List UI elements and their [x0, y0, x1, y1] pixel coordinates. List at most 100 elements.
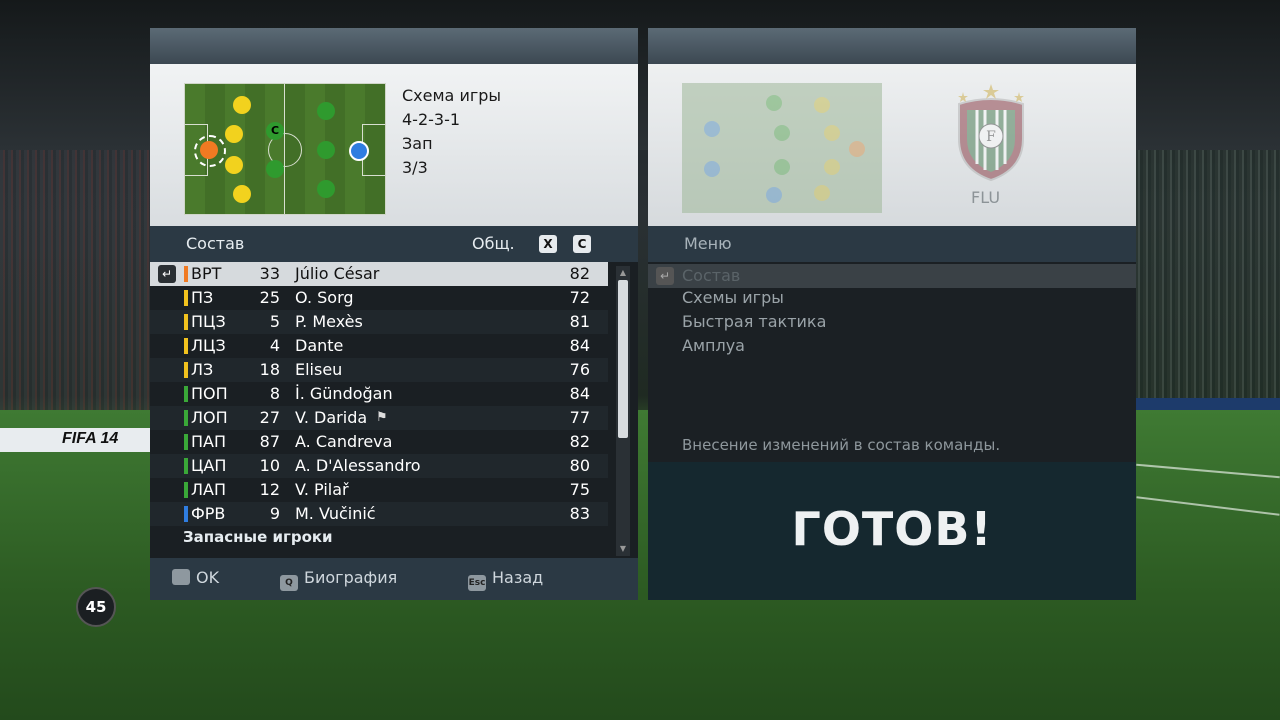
player-name: V. Darida [295, 408, 368, 427]
opponent-info: F FLU [648, 64, 1136, 226]
player-marker-rcb[interactable] [225, 125, 243, 143]
player-rating: 76 [569, 360, 590, 379]
ready-button[interactable]: ГОТОВ! [648, 462, 1136, 600]
player-marker-cam[interactable] [317, 141, 335, 159]
player-row[interactable]: ПАП 87 A. Candreva 82 [150, 430, 608, 454]
player-number: 87 [259, 432, 280, 451]
player-marker-st[interactable] [349, 141, 369, 161]
player-marker-ram[interactable] [317, 102, 335, 120]
enter-icon: ↵ [158, 265, 176, 283]
q-key-icon: Q [280, 575, 298, 591]
formation-value: 4-2-3-1 [402, 110, 461, 129]
scrollbar-thumb[interactable] [618, 280, 628, 438]
formation-info: C Схема игры 4-2-3-1 Зап 3/3 [150, 64, 638, 226]
opponent-marker [824, 125, 840, 141]
player-number: 25 [259, 288, 280, 307]
ad-board-right [1135, 398, 1280, 410]
player-rating: 84 [569, 384, 590, 403]
keyboard-key-icon [172, 569, 190, 585]
player-row[interactable]: ПЗ 25 O. Sorg 72 [150, 286, 608, 310]
timer-badge: 45 [76, 587, 116, 627]
svg-text:F: F [986, 129, 996, 145]
scroll-up-icon[interactable]: ▲ [618, 268, 628, 278]
player-row[interactable]: ЛАП 12 V. Pilař 75 [150, 478, 608, 502]
player-number: 33 [259, 264, 280, 283]
sort-prev-key[interactable]: X [539, 235, 557, 253]
player-position: ЦАП [191, 456, 227, 475]
position-color-bar [184, 266, 188, 282]
menu-item-roles[interactable]: Амплуа [682, 336, 745, 355]
player-marker-lcb[interactable] [225, 156, 243, 174]
opponent-marker [774, 125, 790, 141]
player-row[interactable]: ЦАП 10 A. D'Alessandro 80 [150, 454, 608, 478]
esc-key-icon: Esc [468, 575, 486, 591]
player-marker-lam[interactable] [317, 180, 335, 198]
player-number: 27 [259, 408, 280, 427]
player-row[interactable]: ФРВ 9 M. Vučinić 83 [150, 502, 608, 526]
player-position: ЛЗ [191, 360, 214, 379]
player-name: M. Vučinić [295, 504, 376, 523]
sort-next-key[interactable]: C [573, 235, 591, 253]
squad-panel-header [150, 28, 638, 64]
stands-left [0, 150, 150, 430]
menu-item-squad[interactable]: ↵ Состав [648, 264, 1136, 288]
player-name: P. Mexès [295, 312, 363, 331]
biography-button[interactable]: Q Биография [280, 568, 397, 591]
position-color-bar [184, 506, 188, 522]
opponent-marker [704, 121, 720, 137]
player-rating: 72 [569, 288, 590, 307]
squad-panel: C Схема игры 4-2-3-1 Зап 3/3 Состав Общ.… [150, 28, 638, 600]
player-number: 10 [259, 456, 280, 475]
menu-item-label: Состав [682, 266, 741, 285]
player-rating: 84 [569, 336, 590, 355]
sort-label: Общ. [472, 234, 515, 253]
player-row[interactable]: ПОП 8 İ. Gündoğan 84 [150, 382, 608, 406]
squad-list-header: Состав Общ. X C [150, 226, 638, 262]
menu-title: Меню [684, 234, 732, 253]
player-number: 8 [269, 384, 280, 403]
opponent-marker [814, 185, 830, 201]
substitutes-label[interactable]: Запасные игроки [183, 528, 333, 546]
position-color-bar [184, 362, 188, 378]
player-rating: 77 [569, 408, 590, 427]
player-rating: 80 [569, 456, 590, 475]
player-row[interactable]: ЛЗ 18 Eliseu 76 [150, 358, 608, 382]
player-row[interactable]: ↵ ВРТ 33 Júlio César 82 [150, 262, 608, 286]
team-abbreviation: FLU [971, 188, 1001, 207]
stands-right [1135, 150, 1280, 400]
back-label: Назад [492, 568, 544, 587]
menu-description: Внесение изменений в состав команды. [682, 436, 1001, 454]
player-marker-ldm[interactable] [266, 160, 284, 178]
opponent-marker [824, 159, 840, 175]
menu-panel: F FLU Меню ↵ Состав Схемы игры Быстрая т… [648, 28, 1136, 600]
player-marker-gk[interactable] [200, 141, 218, 159]
ready-label: ГОТОВ! [791, 502, 993, 556]
player-marker-lb[interactable] [233, 185, 251, 203]
player-number: 5 [269, 312, 280, 331]
player-position: ВРТ [191, 264, 222, 283]
player-rating: 75 [569, 480, 590, 499]
player-marker-rb[interactable] [233, 96, 251, 114]
position-color-bar [184, 410, 188, 426]
mentality-value: 3/3 [402, 158, 428, 177]
menu-item-formations[interactable]: Схемы игры [682, 288, 784, 307]
position-color-bar [184, 458, 188, 474]
player-row[interactable]: ЛОП 27 V. Darida ⚑ 77 [150, 406, 608, 430]
scroll-down-icon[interactable]: ▼ [618, 544, 628, 554]
menu-list: ↵ Состав Схемы игры Быстрая тактика Ампл… [648, 262, 1136, 462]
menu-item-quick-tactics[interactable]: Быстрая тактика [682, 312, 826, 331]
ok-label: OK [196, 568, 220, 587]
team-crest-icon: F [958, 84, 1024, 182]
formation-details: Схема игры 4-2-3-1 Зап 3/3 [402, 84, 501, 180]
player-position: ФРВ [191, 504, 226, 523]
scrollbar[interactable]: ▲ ▼ [616, 266, 630, 556]
ok-button[interactable]: OK [172, 568, 219, 587]
player-rating: 83 [569, 504, 590, 523]
back-button[interactable]: Esc Назад [468, 568, 543, 591]
player-row[interactable]: ЛЦЗ 4 Dante 84 [150, 334, 608, 358]
opponent-marker [814, 97, 830, 113]
formation-pitch[interactable]: C [184, 83, 386, 215]
player-row[interactable]: ПЦЗ 5 P. Mexès 81 [150, 310, 608, 334]
player-name: O. Sorg [295, 288, 354, 307]
player-name: Júlio César [295, 264, 380, 283]
